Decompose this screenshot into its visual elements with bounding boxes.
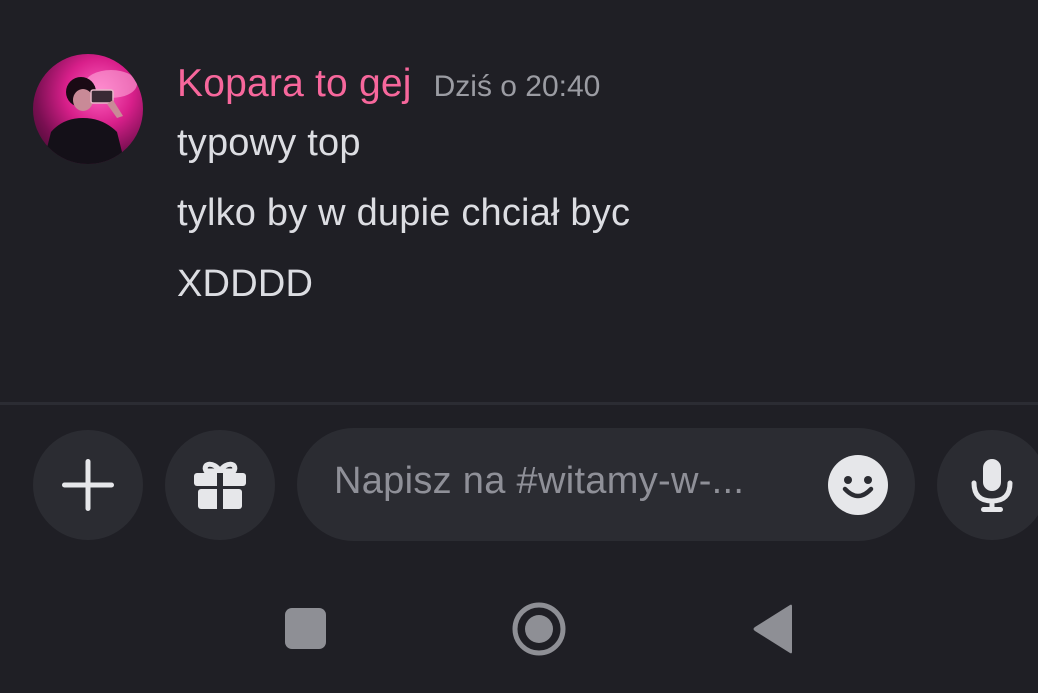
message-text-line: typowy top bbox=[177, 122, 361, 164]
microphone-icon bbox=[971, 459, 1013, 512]
message-text-line: XDDDD bbox=[177, 263, 314, 305]
recent-apps-icon[interactable] bbox=[285, 608, 326, 649]
gift-button[interactable] bbox=[165, 430, 275, 540]
avatar[interactable] bbox=[33, 54, 143, 164]
message-text-line: tylko by w dupie chciał byc bbox=[177, 192, 631, 234]
message-header: Kopara to gej Dziś o 20:40 bbox=[177, 62, 600, 110]
message-input[interactable]: Napisz na #witamy-w-... bbox=[297, 428, 915, 541]
message-composer: Napisz na #witamy-w-... bbox=[0, 405, 1038, 570]
voice-message-button[interactable] bbox=[937, 430, 1038, 540]
back-icon[interactable] bbox=[752, 604, 794, 654]
home-icon[interactable] bbox=[511, 601, 567, 657]
avatar-image bbox=[43, 70, 137, 164]
message-timestamp: Dziś o 20:40 bbox=[433, 70, 601, 103]
message-input-placeholder: Napisz na #witamy-w-... bbox=[334, 460, 745, 502]
attach-button[interactable] bbox=[33, 430, 143, 540]
emoji-button[interactable] bbox=[827, 454, 889, 516]
plus-icon bbox=[62, 459, 114, 511]
system-navigation-bar bbox=[0, 570, 1038, 693]
author-name[interactable]: Kopara to gej bbox=[177, 62, 412, 106]
emoji-icon bbox=[828, 455, 888, 515]
gift-icon bbox=[194, 461, 246, 509]
chat-screen: Kopara to gej Dziś o 20:40 typowy top ty… bbox=[0, 0, 1038, 693]
chat-message: Kopara to gej Dziś o 20:40 typowy top ty… bbox=[0, 0, 1038, 404]
